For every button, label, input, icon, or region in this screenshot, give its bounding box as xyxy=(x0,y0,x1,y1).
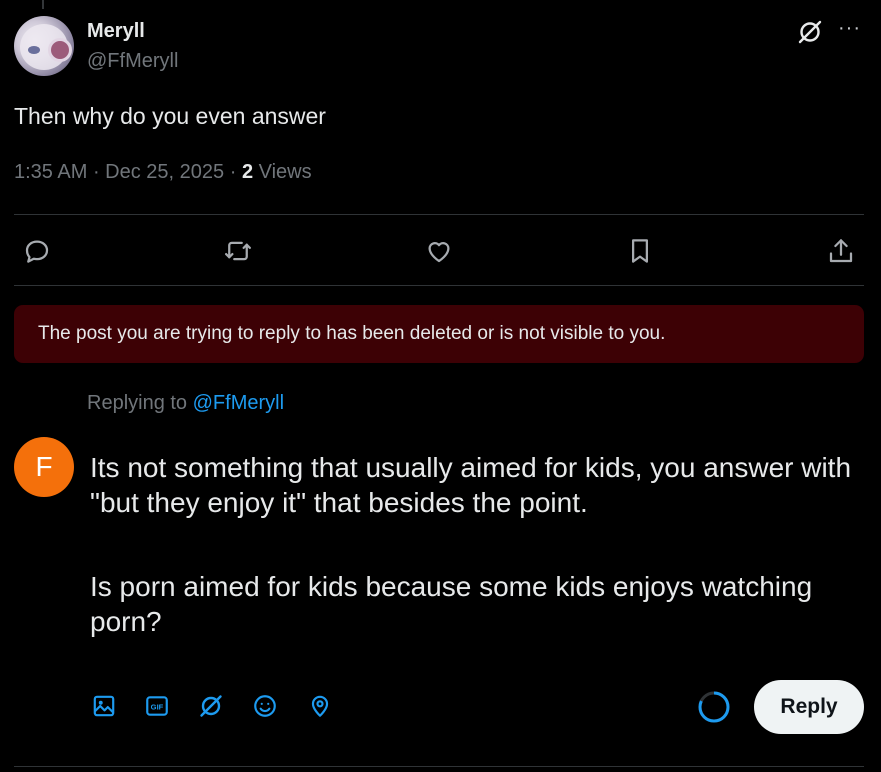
post-meta: 1:35 AM · Dec 25, 2025 · 2 Views xyxy=(14,161,312,184)
location-icon[interactable] xyxy=(306,692,334,720)
views-count: 2 xyxy=(241,161,254,183)
user-avatar[interactable]: F xyxy=(14,437,74,497)
divider xyxy=(14,214,864,215)
post-text: Then why do you even answer xyxy=(14,103,326,129)
divider xyxy=(14,766,864,767)
avatar-letter: F xyxy=(35,451,53,482)
banner-text: The post you are trying to reply to has … xyxy=(38,323,666,344)
gif-icon-text: GIF xyxy=(151,702,164,711)
share-icon[interactable] xyxy=(824,234,858,268)
post-time[interactable]: 1:35 AM xyxy=(14,161,87,183)
more-options-icon[interactable]: ··· xyxy=(838,17,861,40)
image-icon[interactable] xyxy=(90,692,118,720)
reply-button[interactable]: Reply xyxy=(754,680,864,734)
replying-to: Replying to @FfMeryll xyxy=(87,392,284,415)
like-icon[interactable] xyxy=(422,234,456,268)
character-counter-ring xyxy=(697,690,731,724)
reply-paragraph-1: Its not something that usually aimed for… xyxy=(90,452,852,518)
emoji-icon[interactable] xyxy=(251,692,279,720)
grok-icon[interactable] xyxy=(197,692,225,720)
author-name[interactable]: Meryll xyxy=(87,20,145,43)
gif-icon[interactable]: GIF xyxy=(143,692,171,720)
reply-icon[interactable] xyxy=(20,234,54,268)
meta-separator: · xyxy=(92,161,106,183)
replying-to-label: Replying to xyxy=(87,392,188,414)
divider xyxy=(14,285,864,286)
avatar-eye xyxy=(28,46,40,54)
avatar-accessory xyxy=(48,38,72,62)
deleted-post-banner: The post you are trying to reply to has … xyxy=(14,305,864,363)
grok-icon[interactable] xyxy=(796,18,824,46)
reply-textarea[interactable]: Its not something that usually aimed for… xyxy=(90,450,870,688)
reply-paragraph-2: Is porn aimed for kids because some kids… xyxy=(90,571,813,637)
author-avatar[interactable] xyxy=(14,16,74,76)
replying-to-handle[interactable]: @FfMeryll xyxy=(193,392,284,414)
post-date[interactable]: Dec 25, 2025 xyxy=(105,161,224,183)
thread-connector-line xyxy=(42,0,44,9)
meta-separator: · xyxy=(229,161,242,183)
views-label: Views xyxy=(258,161,312,183)
bookmark-icon[interactable] xyxy=(623,234,657,268)
repost-icon[interactable] xyxy=(221,234,255,268)
author-handle[interactable]: @FfMeryll xyxy=(87,50,178,73)
